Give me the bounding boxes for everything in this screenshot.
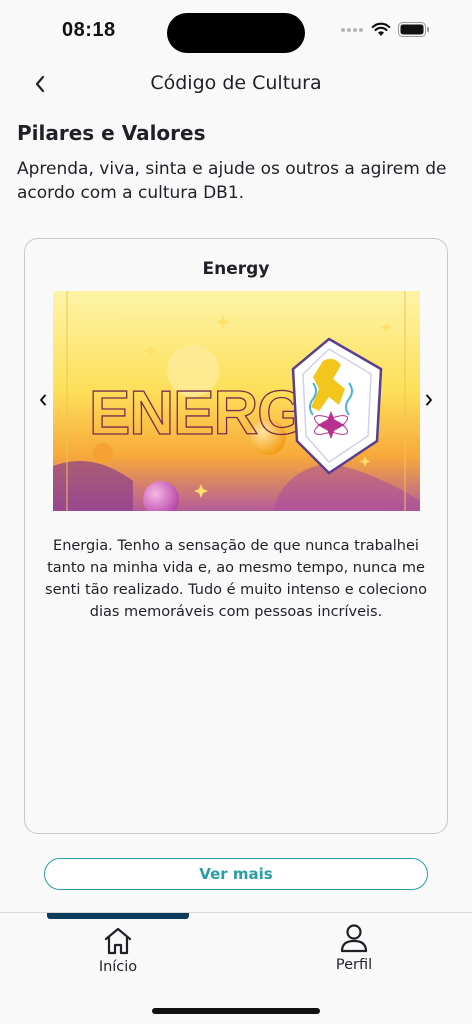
page-title: Código de Cultura	[150, 72, 322, 94]
see-more-button[interactable]: Ver mais	[44, 858, 428, 890]
active-tab-indicator	[47, 913, 189, 919]
card-title: Energy	[202, 259, 270, 279]
status-icons	[340, 22, 430, 37]
home-indicator	[152, 1008, 320, 1014]
culture-card: Energy ENERGY Energia. Tenho a sensação …	[24, 238, 448, 834]
section-description: Aprenda, viva, sinta e ajude os outros a…	[17, 159, 447, 203]
status-bar: 08:18	[0, 0, 472, 64]
status-time: 08:18	[62, 19, 116, 41]
battery-icon	[398, 22, 429, 37]
chevron-right-icon	[426, 394, 432, 406]
section-title: Pilares e Valores	[17, 121, 206, 145]
dynamic-island	[167, 13, 305, 53]
tab-home[interactable]: Início	[86, 927, 150, 975]
tab-home-label: Início	[98, 959, 138, 975]
chevron-left-icon	[40, 394, 46, 406]
nav-header: Código de Cultura	[0, 64, 472, 104]
carousel-prev-button[interactable]	[33, 389, 53, 411]
card-description: Energia. Tenho a sensação de que nunca t…	[45, 538, 427, 620]
home-icon	[104, 927, 132, 955]
carousel-next-button[interactable]	[419, 389, 439, 411]
wifi-icon	[371, 22, 391, 36]
tab-profile[interactable]: Perfil	[322, 923, 386, 973]
user-icon	[340, 924, 368, 953]
tab-profile-label: Perfil	[335, 957, 373, 973]
energy-illustration: ENERGY	[53, 291, 420, 511]
signal-icon	[341, 27, 363, 32]
